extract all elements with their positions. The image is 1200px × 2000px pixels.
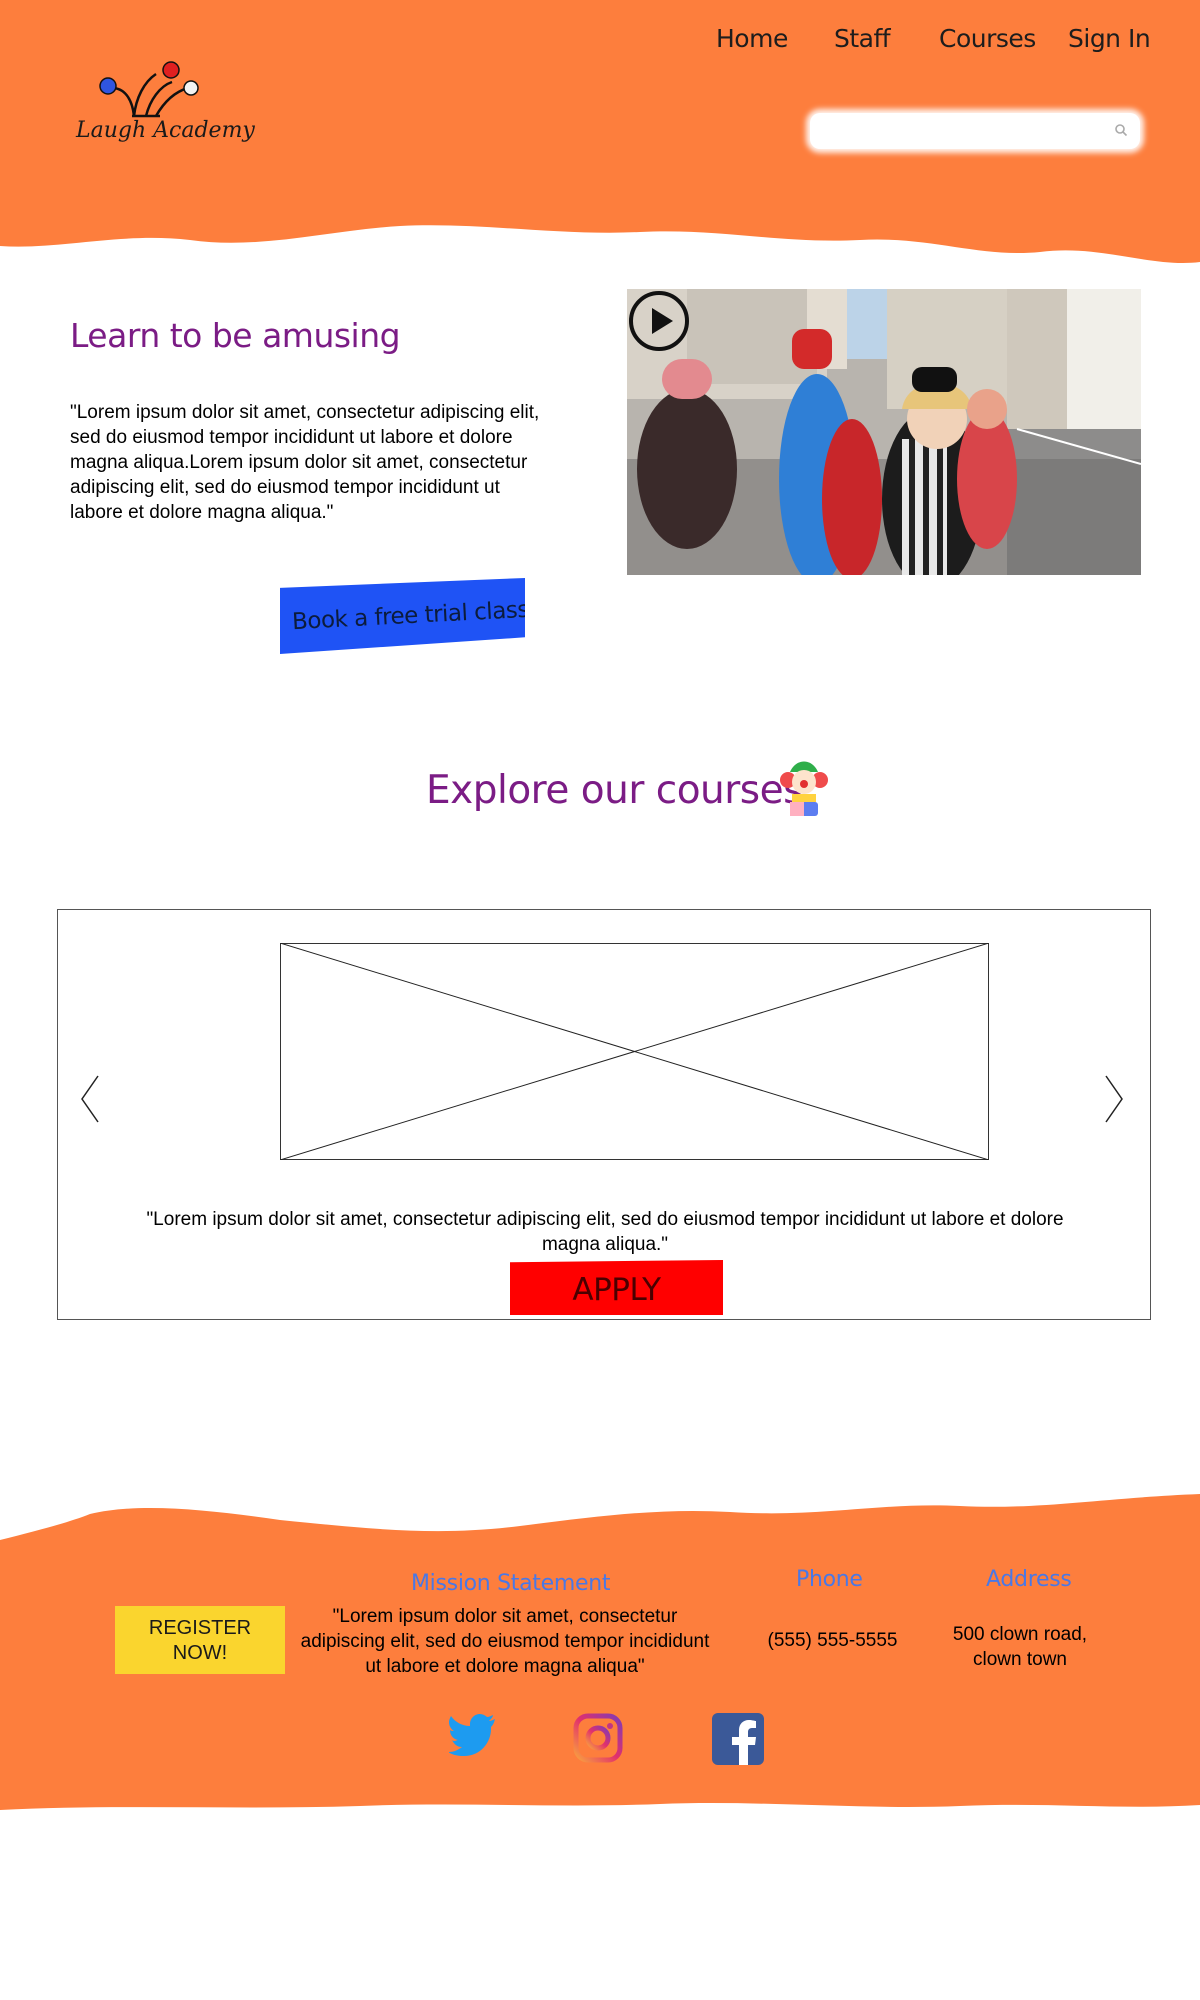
instagram-icon[interactable] xyxy=(573,1713,623,1763)
carousel-prev-arrow[interactable] xyxy=(78,1074,102,1124)
phone-heading: Phone xyxy=(796,1567,863,1592)
address-heading: Address xyxy=(986,1567,1072,1592)
phone-value: (555) 555-5555 xyxy=(767,1630,898,1651)
book-trial-label: Book a free trial class xyxy=(291,596,530,636)
logo[interactable]: Laugh Academy xyxy=(72,58,255,158)
logo-text: Laugh Academy xyxy=(76,118,255,143)
nav-home[interactable]: Home xyxy=(716,24,788,53)
carousel-next-arrow[interactable] xyxy=(1102,1074,1126,1124)
course-description: "Lorem ipsum dolor sit amet, consectetur… xyxy=(146,1209,1064,1255)
nav-sign-in[interactable]: Sign In xyxy=(1068,24,1151,53)
main-nav: Home Staff Courses Sign In xyxy=(700,24,1160,64)
apply-button[interactable]: APPLY xyxy=(510,1260,723,1315)
course-image-placeholder xyxy=(280,943,989,1160)
book-trial-button[interactable]: Book a free trial class xyxy=(280,578,525,654)
address-value: 500 clown road, clown town xyxy=(952,1624,1088,1670)
mission-text: "Lorem ipsum dolor sit amet, consectetur… xyxy=(300,1606,710,1677)
clown-icon xyxy=(780,761,828,816)
hero-description: "Lorem ipsum dolor sit amet, consectetur… xyxy=(70,402,540,523)
mission-heading: Mission Statement xyxy=(411,1571,611,1596)
apply-label: APPLY xyxy=(572,1272,661,1308)
search-bar xyxy=(810,113,1140,149)
nav-staff[interactable]: Staff xyxy=(834,24,891,53)
course-carousel: "Lorem ipsum dolor sit amet, consectetur… xyxy=(57,909,1151,1320)
facebook-icon[interactable] xyxy=(712,1713,764,1765)
register-label: REGISTER NOW! xyxy=(148,1617,252,1664)
nav-courses[interactable]: Courses xyxy=(939,24,1036,53)
hero-title: Learn to be amusing xyxy=(70,316,401,355)
register-button[interactable]: REGISTER NOW! xyxy=(115,1606,285,1674)
jester-hat-icon xyxy=(99,61,199,118)
courses-title: Explore our courses xyxy=(426,768,803,813)
play-icon[interactable] xyxy=(627,289,691,353)
twitter-icon[interactable] xyxy=(449,1713,497,1757)
search-icon[interactable] xyxy=(1114,123,1128,137)
hero-video[interactable] xyxy=(627,289,1141,575)
page: Laugh Academy Home Staff Courses Sign In… xyxy=(0,0,1200,2000)
video-frame-illustration xyxy=(627,289,1141,575)
search-input[interactable] xyxy=(824,119,1104,143)
